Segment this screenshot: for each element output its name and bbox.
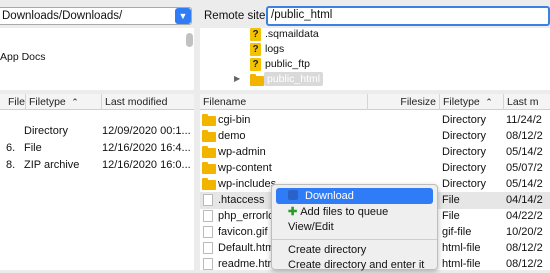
column-header-filename[interactable]: Filename: [200, 94, 368, 110]
column-header-filesize[interactable]: Filesize: [368, 94, 440, 110]
sort-ascending-icon: ⌃: [68, 97, 79, 107]
column-header-filetype[interactable]: Filetype ⌃: [26, 94, 102, 110]
remote-tree-item[interactable]: public_ftp: [265, 57, 310, 71]
add-to-queue-icon: ✚: [288, 206, 298, 218]
remote-file-type: Directory: [442, 130, 487, 142]
menu-item-create-directory[interactable]: Create directory: [276, 242, 433, 258]
remote-tree-item-selected[interactable]: public_html: [264, 72, 324, 86]
menu-item-add-files-to-queue[interactable]: ✚ Add files to queue: [276, 204, 433, 220]
expand-arrow-icon[interactable]: ▶: [234, 74, 240, 83]
remote-path-input[interactable]: /public_html: [266, 6, 550, 26]
remote-file-modified: 08/12/2: [506, 242, 543, 254]
file-icon: [203, 226, 213, 238]
remote-directory-tree[interactable]: ? .sqmaildata ? logs ? public_ftp ▶ publ…: [200, 28, 550, 90]
menu-item-view-edit[interactable]: View/Edit: [276, 219, 433, 235]
column-header-last-modified[interactable]: Last m: [504, 94, 550, 110]
local-file-row[interactable]: 6. File 12/16/2020 16:4...: [0, 140, 194, 157]
remote-site-label: Remote site:: [204, 10, 269, 22]
local-file-size: 8.: [6, 159, 16, 171]
local-path-dropdown-button[interactable]: ▼: [175, 8, 191, 24]
question-icon: ?: [250, 43, 261, 56]
remote-file-name: wp-content: [218, 162, 272, 174]
menu-item-add-files-to-queue-label: Add files to queue: [300, 206, 389, 218]
local-path-value: Downloads/Downloads/: [2, 10, 123, 22]
remote-file-modified: 04/22/2: [506, 210, 543, 222]
file-icon: [203, 210, 213, 222]
menu-item-download-label: Download: [305, 190, 354, 202]
local-file-list[interactable]: File Filetype ⌃ Last modified Directory …: [0, 94, 194, 270]
remote-file-type: File: [442, 194, 460, 206]
file-icon: [203, 194, 213, 206]
folder-icon: [202, 146, 216, 158]
remote-file-name: demo: [218, 130, 246, 142]
remote-file-modified: 05/07/2: [506, 162, 543, 174]
local-path-input[interactable]: Downloads/Downloads/: [0, 7, 192, 25]
remote-file-row[interactable]: cgi-bin Directory 11/24/2: [200, 112, 550, 129]
menu-item-create-directory-and-enter[interactable]: Create directory and enter it: [276, 257, 433, 273]
column-header-filesize[interactable]: File: [0, 94, 26, 110]
remote-file-type: gif-file: [442, 226, 472, 238]
remote-file-type: Directory: [442, 114, 487, 126]
remote-file-modified: 08/12/2: [506, 130, 543, 142]
remote-path-value: /public_html: [271, 9, 333, 21]
local-file-modified: 12/16/2020 16:0...: [102, 159, 191, 171]
remote-file-type: Directory: [442, 146, 487, 158]
remote-file-type: Directory: [442, 178, 487, 190]
menu-item-download[interactable]: Download: [276, 188, 433, 204]
folder-icon: [202, 178, 216, 190]
remote-file-type: html-file: [442, 242, 481, 254]
remote-file-name: cgi-bin: [218, 114, 251, 126]
local-file-modified: 12/16/2020 16:4...: [102, 142, 191, 154]
remote-file-row[interactable]: wp-content Directory 05/07/2: [200, 160, 550, 177]
local-tree-scrollbar[interactable]: [186, 33, 193, 47]
remote-file-modified: 11/24/2: [506, 114, 542, 126]
menu-separator: [272, 239, 437, 240]
local-directory-tree[interactable]: App Docs: [0, 28, 194, 90]
filetype-header-label: Filetype: [443, 96, 480, 108]
local-file-row[interactable]: Directory 12/09/2020 00:1...: [0, 123, 194, 140]
local-file-modified: 12/09/2020 00:1...: [102, 125, 191, 137]
filetype-header-label: Filetype: [29, 96, 66, 108]
context-menu: Download ✚ Add files to queue View/Edit C…: [271, 184, 438, 273]
remote-file-modified: 08/12/2: [506, 258, 543, 270]
file-icon: [203, 258, 213, 270]
remote-file-modified: 04/14/2: [506, 194, 543, 206]
remote-file-type: File: [442, 210, 460, 222]
remote-file-type: html-file: [442, 258, 481, 270]
remote-tree-item[interactable]: logs: [265, 42, 284, 56]
chevron-down-icon: ▼: [178, 11, 188, 21]
local-file-type: File: [24, 142, 42, 154]
remote-file-modified: 05/14/2: [506, 146, 543, 158]
question-icon: ?: [250, 58, 261, 71]
folder-icon: [250, 74, 264, 86]
remote-file-row[interactable]: demo Directory 08/12/2: [200, 128, 550, 145]
folder-icon: [202, 114, 216, 126]
local-list-header: File Filetype ⌃ Last modified: [0, 94, 194, 110]
local-tree-item[interactable]: App Docs: [0, 50, 46, 64]
local-file-row[interactable]: 8. ZIP archive 12/16/2020 16:0...: [0, 157, 194, 174]
remote-file-name: wp-admin: [218, 146, 266, 158]
remote-tree-item[interactable]: .sqmaildata: [265, 28, 319, 41]
remote-file-modified: 05/14/2: [506, 178, 543, 190]
folder-icon: [202, 162, 216, 174]
column-header-last-modified[interactable]: Last modified: [102, 94, 194, 110]
local-file-size: 6.: [6, 142, 16, 154]
download-icon: [288, 190, 298, 200]
local-file-type: Directory: [24, 125, 69, 137]
remote-file-row[interactable]: wp-admin Directory 05/14/2: [200, 144, 550, 161]
remote-file-modified: 10/20/2: [506, 226, 543, 238]
question-icon: ?: [250, 28, 261, 41]
remote-file-type: Directory: [442, 162, 487, 174]
column-header-filetype[interactable]: Filetype ⌃: [440, 94, 504, 110]
remote-list-header: Filename Filesize Filetype ⌃ Last m: [200, 94, 550, 110]
local-file-type: ZIP archive: [24, 159, 80, 171]
sort-ascending-icon: ⌃: [482, 97, 493, 107]
folder-icon: [202, 130, 216, 142]
file-icon: [203, 242, 213, 254]
